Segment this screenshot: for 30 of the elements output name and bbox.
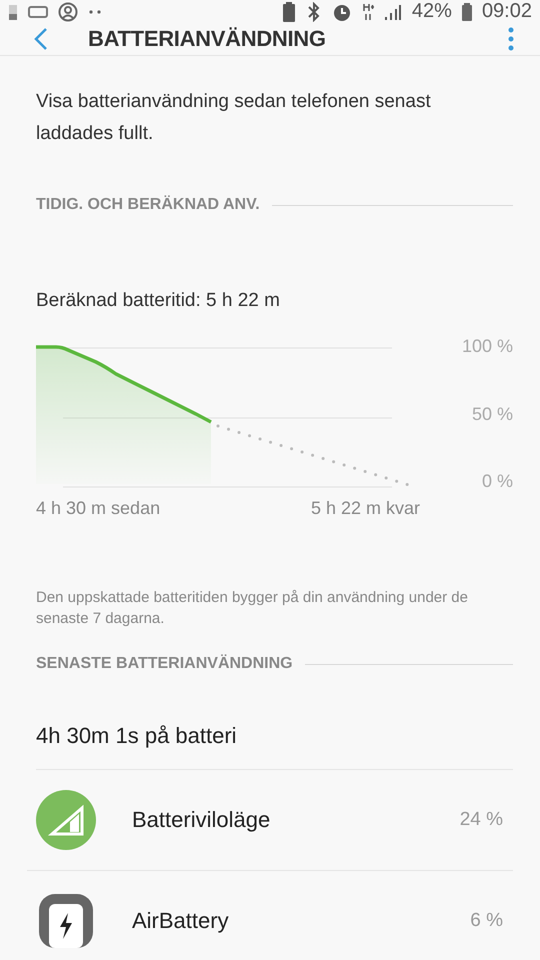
notification-icon: [28, 4, 48, 18]
estimated-battery-time: Beräknad batteritid: 5 h 22 m: [36, 290, 281, 312]
battery-usage-summary: 4h 30m 1s på batteri: [36, 723, 513, 770]
bluetooth-icon: [306, 2, 322, 22]
more-options-icon[interactable]: [508, 27, 514, 51]
axis-label: 4 h 30 m sedan: [36, 498, 160, 519]
section-header: SENASTE BATTERIANVÄNDNING: [36, 655, 293, 673]
battery-app-icon: [36, 891, 96, 951]
axis-label: 0 %: [482, 471, 513, 492]
app-name[interactable]: AirBattery: [132, 908, 470, 934]
mobile-data-icon: [362, 2, 374, 22]
clock-time: 09:02: [482, 0, 532, 23]
back-icon[interactable]: [34, 27, 48, 51]
screen-title: BATTERIANVÄNDNING: [88, 26, 327, 52]
more-notifications-icon: [88, 10, 102, 14]
battery-percent: 42%: [412, 0, 452, 23]
axis-label: 100 %: [462, 336, 513, 357]
app-name[interactable]: Batteriviloläge: [132, 807, 460, 833]
estimate-note: Den uppskattade batteritiden bygger på din användning under de senaste 7 dagarna.: [36, 588, 469, 629]
battery-icon: [462, 2, 472, 20]
usage-percent: 6 %: [470, 910, 504, 932]
usage-percent: 24 %: [460, 809, 504, 831]
power-saving-icon: [36, 790, 96, 850]
description-text: Visa batterianvändning sedan telefonen senast laddades fullt.: [36, 90, 432, 146]
section-header: TIDIG. OCH BERÄKNAD ANV.: [36, 196, 260, 214]
signal-icon: [384, 2, 402, 20]
axis-label: 50 %: [472, 404, 513, 424]
account-icon: [58, 2, 78, 22]
battery-icon: [8, 2, 18, 20]
axis-label: 5 h 22 m kvar: [310, 498, 420, 519]
